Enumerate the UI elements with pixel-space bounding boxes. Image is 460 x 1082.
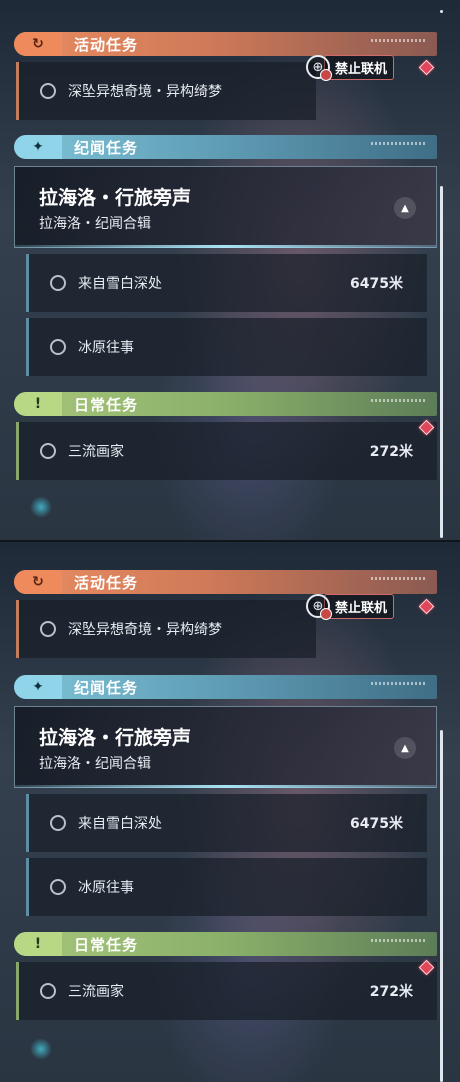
quest-track-circle-icon[interactable] <box>50 339 66 355</box>
daily-icon: ! <box>14 932 62 956</box>
scrollbar-track[interactable] <box>440 730 443 1082</box>
activity-quest-header[interactable]: ↻ 活动任务 <box>14 32 437 56</box>
quest-track-circle-icon[interactable] <box>50 275 66 291</box>
header-decoration <box>371 142 427 145</box>
story-quest-row[interactable]: 冰原往事 <box>26 318 427 376</box>
no-multiplayer-label: 禁止联机 <box>324 54 395 80</box>
row-accent-bar <box>26 254 29 312</box>
activity-header-title: 活动任务 <box>74 574 139 592</box>
activity-quest-name: 深坠异想奇境・异构绮梦 <box>68 84 222 100</box>
header-decoration <box>371 39 427 42</box>
story-header-title: 纪闻任务 <box>74 679 139 697</box>
featured-story-card[interactable]: 拉海洛・行旅旁声 拉海洛・纪闻合辑 ▲ <box>14 166 437 248</box>
daily-quest-row[interactable]: 三流画家 272米 <box>16 422 437 480</box>
activity-quest-row[interactable]: 深坠异想奇境・异构绮梦 <box>16 62 316 120</box>
story-quest-name: 冰原往事 <box>78 340 134 356</box>
globe-ban-icon: ⊕ <box>306 55 332 81</box>
quest-distance: 272米 <box>369 444 413 460</box>
featured-story-card[interactable]: 拉海洛・行旅旁声 拉海洛・纪闻合辑 ▲ <box>14 706 437 788</box>
daily-quest-header[interactable]: ! 日常任务 <box>14 932 437 956</box>
row-accent-bar <box>16 422 19 480</box>
header-decoration <box>371 577 427 580</box>
quest-distance: 272米 <box>369 984 413 1000</box>
quest-track-circle-icon[interactable] <box>40 443 56 459</box>
no-multiplayer-status: ⊕ 禁止联机 <box>306 54 395 81</box>
globe-ban-icon: ⊕ <box>306 594 332 620</box>
teal-glow-decoration <box>30 496 52 518</box>
story-quest-header[interactable]: ✦ 纪闻任务 <box>14 675 437 699</box>
story-quest-row[interactable]: 冰原往事 <box>26 858 427 916</box>
activity-quest-row[interactable]: 深坠异想奇境・异构绮梦 <box>16 600 316 658</box>
row-accent-bar <box>16 962 19 1020</box>
activity-icon: ↻ <box>14 32 62 56</box>
row-accent-bar <box>16 600 19 658</box>
no-multiplayer-label: 禁止联机 <box>324 593 395 619</box>
quest-track-circle-icon[interactable] <box>40 983 56 999</box>
scrollbar-thumb-top[interactable] <box>440 10 443 13</box>
story-icon: ✦ <box>14 135 62 159</box>
row-accent-bar <box>16 62 19 120</box>
row-accent-bar <box>26 318 29 376</box>
collapse-chevron-icon[interactable]: ▲ <box>394 197 416 219</box>
quest-panel-bottom: ↻ 活动任务 深坠异想奇境・异构绮梦 ⊕ 禁止联机 ✦ 纪闻任务 拉海洛・行旅旁… <box>0 540 460 1082</box>
daily-quest-header[interactable]: ! 日常任务 <box>14 392 437 416</box>
scrollbar-track[interactable] <box>440 186 443 538</box>
quest-track-circle-icon[interactable] <box>50 879 66 895</box>
story-quest-row[interactable]: 来自雪白深处 6475米 <box>26 794 427 852</box>
story-icon: ✦ <box>14 675 62 699</box>
daily-quest-name: 三流画家 <box>68 444 124 460</box>
daily-icon: ! <box>14 392 62 416</box>
activity-header-title: 活动任务 <box>74 36 139 54</box>
daily-header-title: 日常任务 <box>74 396 139 414</box>
quest-track-circle-icon[interactable] <box>40 621 56 637</box>
featured-story-title: 拉海洛・行旅旁声 <box>39 727 192 749</box>
quest-distance: 6475米 <box>350 276 403 292</box>
featured-story-subtitle: 拉海洛・纪闻合辑 <box>39 216 151 232</box>
featured-story-subtitle: 拉海洛・纪闻合辑 <box>39 756 151 772</box>
ban-icon <box>320 69 332 81</box>
tracker-diamond-icon[interactable] <box>418 598 435 615</box>
story-header-title: 纪闻任务 <box>74 139 139 157</box>
row-accent-bar <box>26 794 29 852</box>
story-quest-header[interactable]: ✦ 纪闻任务 <box>14 135 437 159</box>
activity-icon: ↻ <box>14 570 62 594</box>
daily-header-title: 日常任务 <box>74 936 139 954</box>
header-decoration <box>371 939 427 942</box>
tracker-diamond-icon[interactable] <box>418 59 435 76</box>
header-decoration <box>371 399 427 402</box>
quest-panel-top: ↻ 活动任务 深坠异想奇境・异构绮梦 ⊕ 禁止联机 ✦ 纪闻任务 拉海洛・行旅旁… <box>0 0 460 540</box>
quest-track-circle-icon[interactable] <box>40 83 56 99</box>
story-quest-name: 来自雪白深处 <box>78 276 162 292</box>
ban-icon <box>320 608 332 620</box>
story-quest-row[interactable]: 来自雪白深处 6475米 <box>26 254 427 312</box>
teal-glow-decoration <box>30 1038 52 1060</box>
activity-quest-header[interactable]: ↻ 活动任务 <box>14 570 437 594</box>
header-decoration <box>371 682 427 685</box>
daily-quest-row[interactable]: 三流画家 272米 <box>16 962 437 1020</box>
collapse-chevron-icon[interactable]: ▲ <box>394 737 416 759</box>
story-quest-name: 来自雪白深处 <box>78 816 162 832</box>
featured-story-title: 拉海洛・行旅旁声 <box>39 187 192 209</box>
story-quest-name: 冰原往事 <box>78 880 134 896</box>
no-multiplayer-status: ⊕ 禁止联机 <box>306 593 395 620</box>
quest-track-circle-icon[interactable] <box>50 815 66 831</box>
activity-quest-name: 深坠异想奇境・异构绮梦 <box>68 622 222 638</box>
quest-distance: 6475米 <box>350 816 403 832</box>
daily-quest-name: 三流画家 <box>68 984 124 1000</box>
row-accent-bar <box>26 858 29 916</box>
